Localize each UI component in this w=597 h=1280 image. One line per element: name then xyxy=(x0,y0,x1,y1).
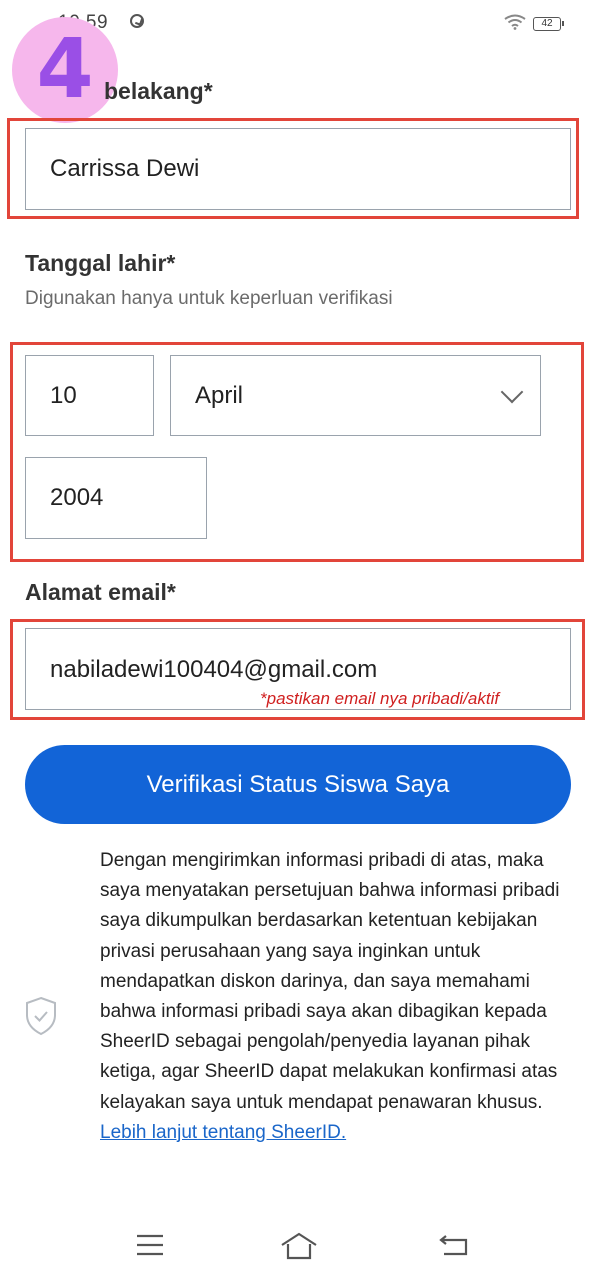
consent-body: Dengan mengirimkan informasi pribadi di … xyxy=(100,850,560,1113)
birth-month-value: April xyxy=(195,381,244,409)
back-icon[interactable] xyxy=(438,1232,470,1258)
last-name-input[interactable]: Carrissa Dewi xyxy=(25,128,571,210)
email-value: nabiladewi100404@gmail.com xyxy=(50,656,378,683)
consent-text: Dengan mengirimkan informasi pribadi di … xyxy=(100,846,570,1148)
chevron-down-icon xyxy=(500,380,524,404)
wifi-icon xyxy=(504,14,526,30)
email-label: Alamat email* xyxy=(25,579,176,605)
sheerid-info-link[interactable]: Lebih lanjut tentang SheerID. xyxy=(100,1122,346,1143)
birth-date-label: Tanggal lahir* xyxy=(25,250,176,276)
birth-year-value: 2004 xyxy=(50,484,104,511)
birth-month-select[interactable]: April xyxy=(170,355,541,436)
sync-icon xyxy=(130,14,144,28)
step-badge-number: 4 xyxy=(36,22,94,117)
birth-date-hint: Digunakan hanya untuk keperluan verifika… xyxy=(25,288,393,309)
battery-icon: 42 xyxy=(533,17,564,31)
menu-icon[interactable] xyxy=(135,1232,165,1258)
birth-day-value: 10 xyxy=(50,381,77,409)
email-note: *pastikan email nya pribadi/aktif xyxy=(260,689,500,708)
verify-student-button[interactable]: Verifikasi Status Siswa Saya xyxy=(25,745,571,824)
home-icon[interactable] xyxy=(279,1232,319,1260)
last-name-value: Carrissa Dewi xyxy=(50,155,200,182)
birth-day-input[interactable]: 10 xyxy=(25,355,154,436)
last-name-label: belakang* xyxy=(104,78,213,104)
birth-year-input[interactable]: 2004 xyxy=(25,457,207,539)
shield-check-icon xyxy=(26,996,56,1036)
